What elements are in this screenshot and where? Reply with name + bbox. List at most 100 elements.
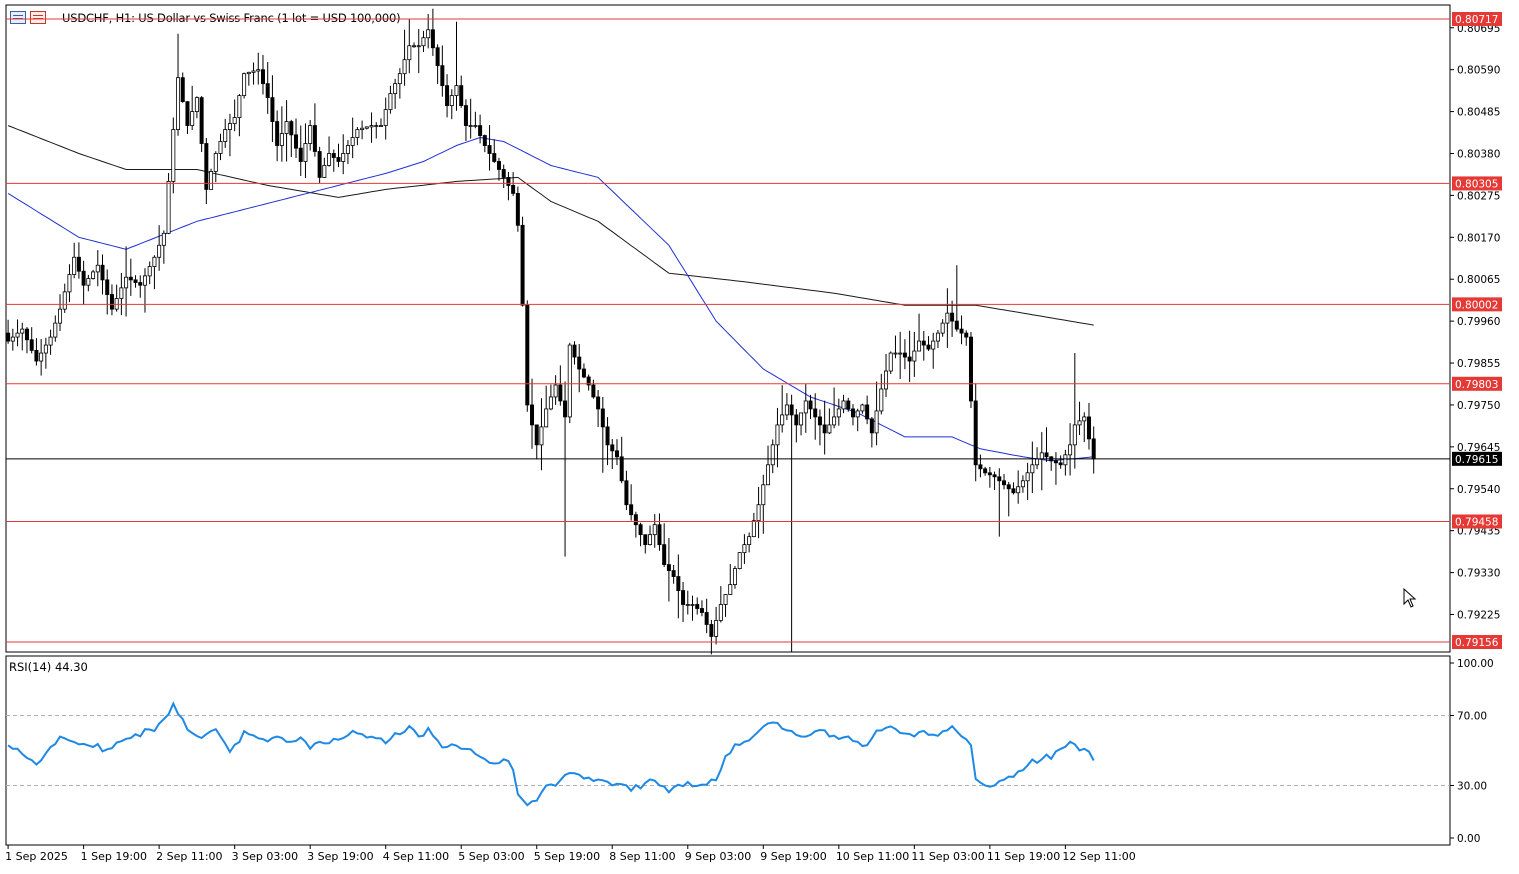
candle-body [378, 125, 383, 127]
candle-body [699, 608, 704, 613]
rsi-panel-border [5, 655, 1451, 846]
candle-body [732, 568, 737, 585]
candle-body [147, 266, 152, 277]
candle-body [794, 414, 799, 426]
candle-body [190, 111, 195, 126]
candle-body [596, 396, 601, 410]
candle-body [482, 135, 487, 146]
time-tick-label: 9 Sep 19:00 [760, 850, 826, 863]
candle-body [218, 141, 223, 154]
candle-body [671, 570, 676, 577]
candle-body [690, 604, 695, 606]
candle-body [1072, 424, 1077, 446]
candle-body [865, 404, 870, 420]
candle-body [997, 476, 1002, 482]
candle-body [124, 276, 129, 289]
candle-body [473, 125, 478, 127]
candle-body [114, 298, 119, 310]
candle-body [86, 278, 91, 286]
candle-body [242, 73, 247, 97]
candle-body [76, 256, 81, 272]
candle-body [874, 410, 879, 434]
time-tick-label: 11 Sep 03:00 [911, 850, 984, 863]
candle-body [676, 576, 681, 591]
candlestick-series [6, 8, 1096, 655]
candle-body [454, 85, 459, 97]
candle-body [1030, 464, 1035, 474]
candle-body [275, 121, 280, 146]
candle-body [581, 368, 586, 378]
candle-body [775, 424, 780, 446]
rsi-line [7, 701, 1095, 807]
candle-body [548, 396, 553, 410]
candle-body [931, 340, 936, 350]
candle-body [695, 604, 700, 609]
candle-body [270, 97, 275, 122]
ma-fast-line [7, 136, 1094, 462]
time-tick-label: 2 Sep 11:00 [156, 850, 222, 863]
candle-body [515, 193, 520, 226]
candle-body [657, 524, 662, 546]
candle-body [223, 129, 228, 142]
candle-body [360, 127, 365, 130]
price-tick-label: 0.79750 [1457, 400, 1500, 412]
candle-body [553, 384, 558, 398]
candle-body [926, 344, 931, 350]
rsi-tick-label: 100.00 [1457, 658, 1494, 670]
candle-body [662, 544, 667, 565]
candle-body [166, 181, 171, 234]
candle-body [204, 143, 209, 190]
level-badge-label: 0.80002 [1455, 299, 1498, 311]
candle-body [912, 350, 917, 362]
candle-body [6, 332, 11, 342]
candle-body [109, 294, 114, 310]
time-tick-label: 11 Sep 19:00 [987, 850, 1060, 863]
candle-body [20, 328, 25, 334]
candle-body [714, 620, 719, 637]
candle-body [822, 424, 827, 434]
rsi-panel: 100.00 70.00 30.00 0.00 [6, 658, 1494, 845]
time-tick-label: 4 Sep 11:00 [383, 850, 449, 863]
candle-body [681, 590, 686, 605]
candle-body [685, 604, 690, 606]
candle-body [737, 552, 742, 569]
candle-body [138, 282, 143, 286]
candle-body [619, 456, 624, 482]
candle-body [959, 328, 964, 334]
candle-body [1006, 484, 1011, 490]
candle-body [298, 147, 303, 162]
time-axis: 1 Sep 2025 1 Sep 19:00 2 Sep 11:00 3 Sep 03… [5, 845, 1136, 863]
candle-body [841, 400, 846, 410]
candle-body [412, 45, 417, 48]
candle-body [567, 344, 572, 418]
candle-body [614, 450, 619, 458]
candle-body [426, 29, 431, 39]
candle-body [327, 153, 332, 166]
candle-body [459, 85, 464, 106]
candle-body [846, 400, 851, 410]
candle-body [511, 185, 516, 194]
candle-body [303, 143, 308, 162]
time-tick-label: 1 Sep 19:00 [81, 850, 147, 863]
candle-body [817, 416, 822, 426]
candle-body [855, 410, 860, 418]
candle-body [709, 624, 714, 637]
candle-body [15, 332, 20, 338]
trading-chart[interactable]: USDCHF, H1: US Dollar vs Swiss Franc (1 … [0, 0, 1519, 874]
price-tick-label: 0.79330 [1457, 568, 1500, 580]
candle-body [133, 279, 138, 283]
candle-body [81, 270, 86, 286]
candle-body [430, 29, 435, 49]
candle-body [435, 47, 440, 67]
time-tick-label: 1 Sep 2025 [5, 850, 68, 863]
candle-body [48, 336, 53, 346]
candle-body [279, 133, 284, 146]
candle-body [322, 165, 327, 178]
candle-body [992, 474, 997, 478]
candle-body [383, 109, 388, 126]
candle-body [463, 105, 468, 126]
candle-body [161, 232, 166, 246]
candle-body [10, 336, 15, 342]
candle-body [968, 336, 973, 402]
candle-body [1035, 458, 1040, 466]
